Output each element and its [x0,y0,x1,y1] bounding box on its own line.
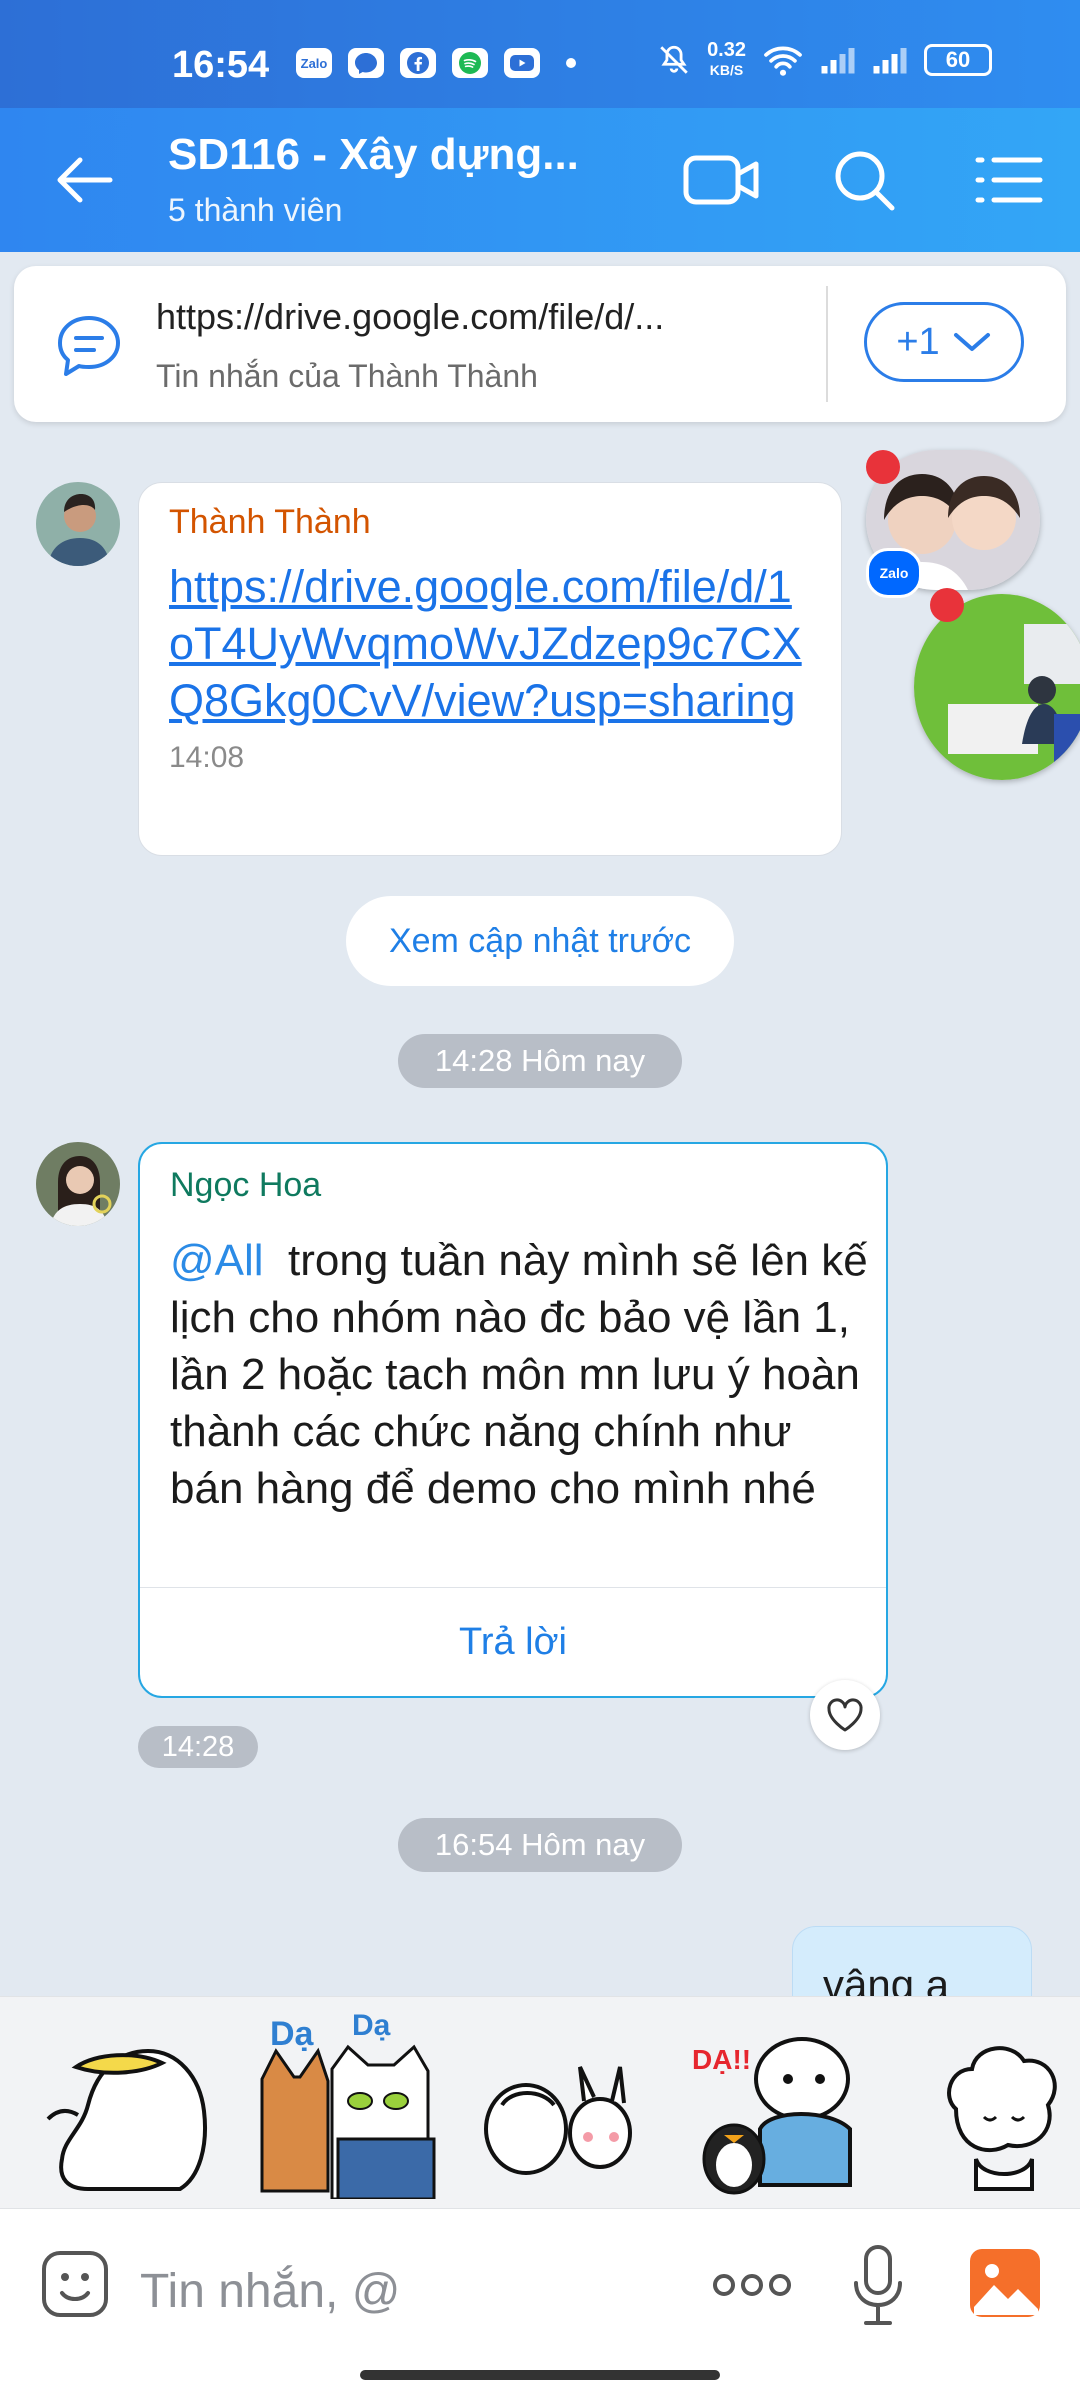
sender-name[interactable]: Thành Thành [169,503,811,542]
unread-dot [930,588,964,622]
sticker-bears-da[interactable]: DẠ!! [684,2009,874,2199]
pinned-link[interactable]: https://drive.google.com/file/d/... [156,296,796,338]
status-app-icons: Zalo [296,48,576,78]
status-bar: 16:54 Zalo 0.32 KB/S 60 [0,0,1080,108]
notification-dot-icon [566,58,576,68]
battery-icon: 60 [924,44,992,76]
home-indicator[interactable] [360,2370,720,2380]
heart-icon [827,1698,863,1732]
svg-text:DẠ!!: DẠ!! [692,2044,751,2075]
microphone-icon[interactable] [850,2243,906,2327]
drive-link[interactable]: https://drive.google.com/file/d/1oT4UyWv… [169,558,811,729]
zalo-badge: Zalo [866,548,922,598]
zalo-icon: Zalo [296,48,332,78]
message-text: @All trong tuần này mình sẽ lên kế lịch … [170,1232,870,1517]
message-bubble-announcement[interactable]: Ngọc Hoa @All trong tuần này mình sẽ lên… [138,1142,888,1698]
network-speed-unit: KB/S [709,62,744,78]
svg-text:Dạ: Dạ [270,2015,315,2053]
spotify-icon [452,48,488,78]
sender-name[interactable]: Ngọc Hoa [170,1166,321,1205]
member-count[interactable]: 5 thành viên [168,192,342,229]
chat-title[interactable]: SD116 - Xây dựng... [168,130,579,180]
status-time: 16:54 [172,44,270,86]
wifi-icon [764,46,802,76]
message-bubble-link[interactable]: Thành Thành https://drive.google.com/fil… [138,482,842,856]
youtube-icon [504,48,540,78]
facebook-icon [400,48,436,78]
network-speed-value: 0.32 [707,39,746,61]
date-separator: 14:28 Hôm nay [398,1034,682,1088]
video-call-icon[interactable] [680,146,764,214]
messenger-icon [348,48,384,78]
pinned-message-bar[interactable]: https://drive.google.com/file/d/... Tin … [14,266,1066,422]
mention-all[interactable]: @All [170,1236,264,1285]
message-body: trong tuần này mình sẽ lên kế lịch cho n… [170,1236,868,1513]
more-pinned-button[interactable]: +1 [864,302,1024,382]
network-speed: 0.32 KB/S [707,40,746,80]
signal-icon [821,48,855,74]
emoji-sticker-icon[interactable] [38,2247,112,2321]
sticker-cats-dada[interactable]: Dạ Dạ [248,2009,438,2199]
avatar-ngoc-hoa[interactable] [36,1142,120,1226]
message-icon [58,316,120,376]
menu-icon[interactable] [968,146,1052,214]
status-indicators: 0.32 KB/S 60 [657,40,992,80]
sticker-suggestions: Dạ Dạ DẠ!! [0,1996,1080,2209]
search-icon[interactable] [822,146,906,214]
react-button[interactable] [810,1680,880,1750]
signal-icon-2 [873,48,907,74]
message-time: 14:08 [169,741,245,774]
avatar-thanh-thanh[interactable] [36,482,120,566]
chat-header: SD116 - Xây dựng... 5 thành viên [0,108,1080,252]
chat-head-contact[interactable] [914,594,1080,780]
more-options-icon[interactable] [710,2265,794,2305]
svg-text:Dạ: Dạ [352,2009,391,2042]
sticker-sleepy-blob[interactable] [936,2009,1066,2199]
divider [826,286,828,402]
reply-button[interactable]: Trả lời [140,1587,886,1696]
image-gallery-icon[interactable] [968,2247,1042,2319]
sticker-blob-pointing[interactable] [40,2009,216,2199]
more-pinned-count: +1 [896,320,940,363]
message-input[interactable] [138,2255,702,2327]
sticker-blob-bunny[interactable] [476,2009,646,2199]
back-arrow-icon[interactable] [50,148,120,212]
previous-updates-button[interactable]: Xem cập nhật trước [346,896,734,986]
message-time-pill: 14:28 [138,1726,258,1768]
date-separator: 16:54 Hôm nay [398,1818,682,1872]
unread-dot [866,450,900,484]
chevron-down-icon [953,333,990,351]
pinned-sender: Tin nhắn của Thành Thành [156,358,538,394]
mute-icon [660,45,688,74]
